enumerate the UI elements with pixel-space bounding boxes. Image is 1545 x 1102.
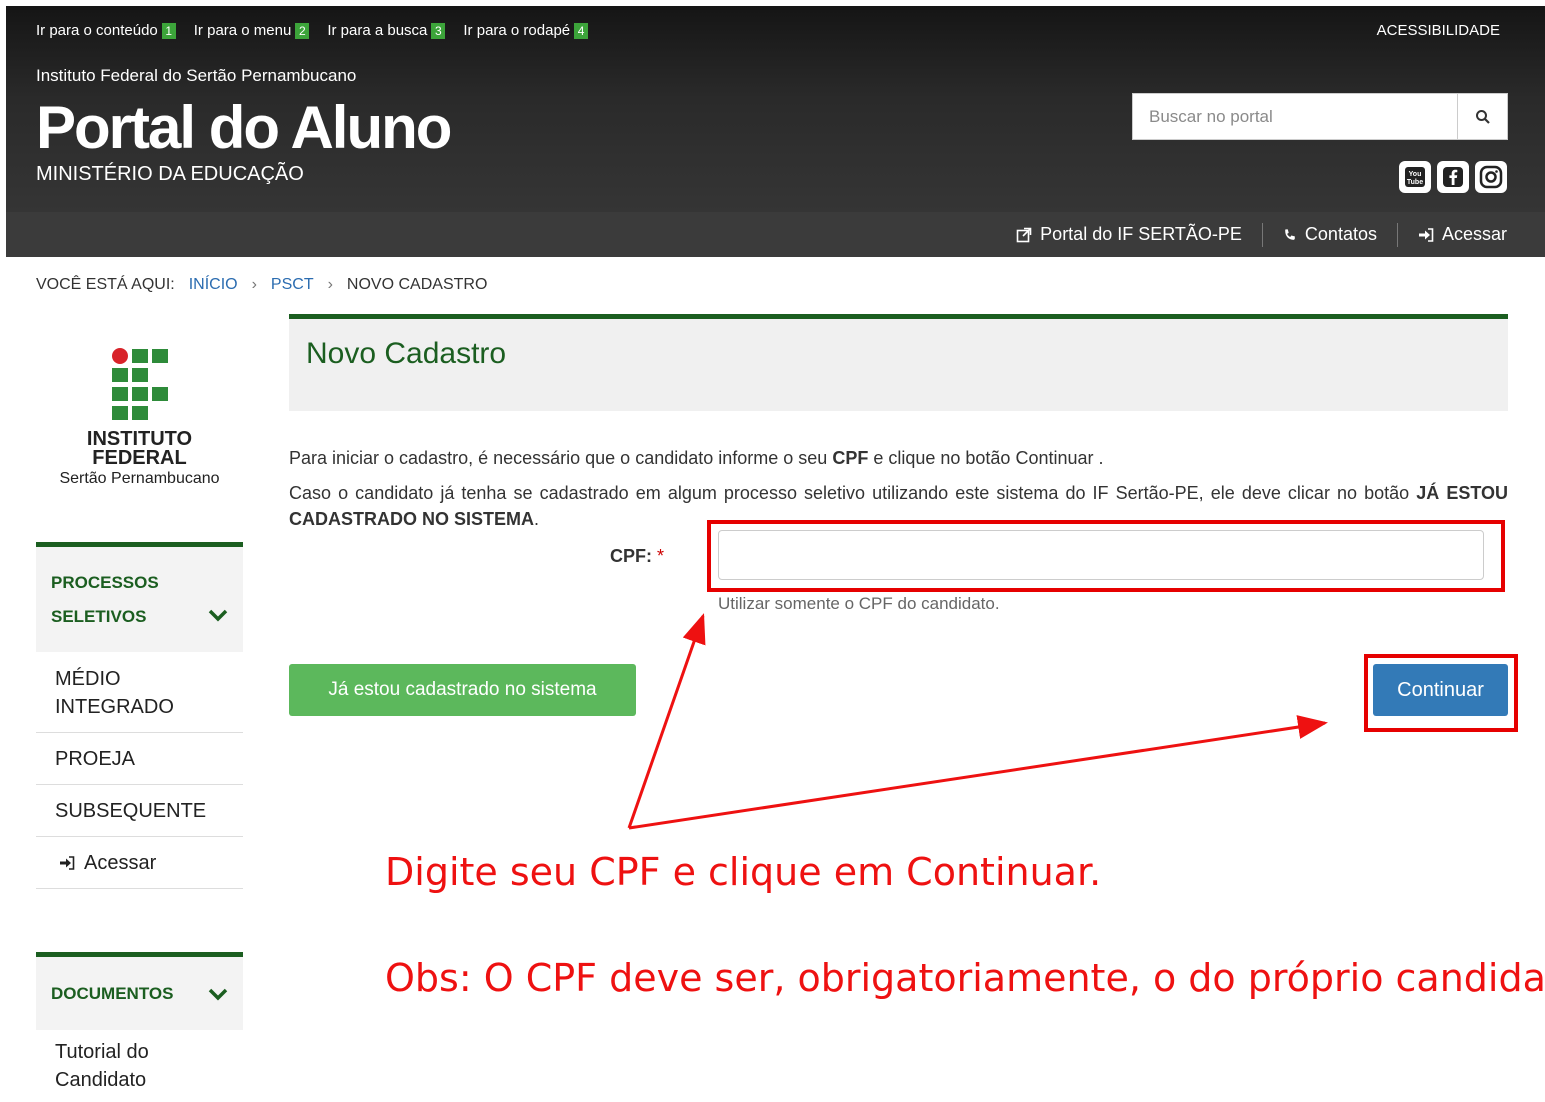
logo-subtitle: Sertão Pernambucano (59, 470, 220, 487)
search-box (1132, 93, 1508, 140)
breadcrumb-separator: › (327, 276, 333, 293)
nav-login-link[interactable]: Acessar (1396, 222, 1507, 247)
chevron-down-icon (208, 988, 228, 1000)
sidebar-item-tutorial[interactable]: Tutorial do Candidato (36, 1030, 243, 1102)
cpf-label: CPF: * (610, 546, 665, 566)
breadcrumb-current: NOVO CADASTRO (346, 276, 488, 293)
sign-in-icon (60, 855, 75, 870)
nav-contacts-label: Contatos (1304, 224, 1377, 244)
cpf-help-text: Utilizar somente o CPF do candidato. (718, 594, 1000, 613)
logo-name: INSTITUTO FEDERAL (86, 428, 193, 469)
sidebar-section-documentos[interactable]: DOCUMENTOS (36, 952, 243, 1030)
search-icon (1475, 109, 1490, 124)
annotation-note: Obs: O CPF deve ser, obrigatoriamente, o… (385, 956, 1545, 1000)
annotation-instruction: Digite seu CPF e clique em Continuar. (385, 850, 1102, 894)
nav-portal-link[interactable]: Portal do IF SERTÃO-PE (996, 223, 1262, 247)
institute-logo[interactable]: INSTITUTO FEDERAL Sertão Pernambucano (36, 348, 243, 498)
search-button[interactable] (1457, 93, 1508, 140)
breadcrumb: VOCÊ ESTÁ AQUI: INÍCIO › PSCT › NOVO CAD… (36, 276, 487, 294)
skip-links: Ir para o conteúdo 1 Ir para o menu 2 Ir p… (36, 22, 589, 39)
nav-login-label: Acessar (1441, 224, 1507, 244)
social-links: You Tube (1399, 161, 1507, 193)
svg-text:Tube: Tube (1407, 179, 1423, 186)
skip-to-search-link[interactable]: Ir para a busca 3 (327, 22, 446, 39)
sidebar-item-acessar[interactable]: Acessar (36, 837, 243, 889)
skip-to-menu-link[interactable]: Ir para o menu 2 (194, 22, 310, 39)
sidebar-section-processos[interactable]: PROCESSOS SELETIVOS (36, 542, 243, 652)
instagram-icon[interactable] (1475, 161, 1507, 193)
top-nav: Portal do IF SERTÃO-PE Contatos Acessar (6, 212, 1545, 257)
arrow-to-continue (628, 715, 1328, 830)
sidebar-item-subsequente[interactable]: SUBSEQUENTE (36, 785, 243, 837)
site-header: Ir para o conteúdo 1 Ir para o menu 2 Ir p… (6, 6, 1545, 212)
page: Ir para o conteúdo 1 Ir para o menu 2 Ir p… (0, 0, 1545, 1102)
continue-highlight-box (1364, 654, 1518, 732)
breadcrumb-prefix: VOCÊ ESTÁ AQUI: (36, 276, 175, 293)
accessibility-link[interactable]: ACESSIBILIDADE (1377, 22, 1500, 39)
youtube-icon[interactable]: You Tube (1399, 161, 1431, 193)
external-link-icon (1016, 227, 1032, 242)
sidebar-section-label: PROCESSOS (51, 572, 159, 592)
facebook-icon[interactable] (1437, 161, 1469, 193)
cpf-highlight-box (707, 520, 1505, 592)
ministry-label: MINISTÉRIO DA EDUCAÇÃO (36, 163, 304, 185)
sidebar-item-medio-integrado[interactable]: MÉDIO INTEGRADO (36, 653, 243, 733)
skip-to-content-link[interactable]: Ir para o conteúdo 1 (36, 22, 176, 39)
svg-text:You: You (1409, 171, 1422, 178)
arrow-to-cpf (627, 613, 706, 829)
instructions-paragraph: Para iniciar o cadastro, é necessário qu… (289, 448, 1104, 468)
portal-title[interactable]: Portal do Aluno (36, 90, 452, 166)
sign-in-icon (1418, 227, 1434, 242)
org-name: Instituto Federal do Sertão Pernambucano (36, 66, 357, 85)
sidebar-section-label: SELETIVOS (51, 606, 147, 626)
already-registered-button[interactable]: Já estou cadastrado no sistema (289, 664, 636, 716)
page-title-box: Novo Cadastro (289, 314, 1508, 411)
nav-portal-label: Portal do IF SERTÃO-PE (1040, 224, 1242, 244)
search-input[interactable] (1132, 93, 1457, 140)
skip-to-footer-link[interactable]: Ir para o rodapé 4 (463, 22, 589, 39)
breadcrumb-psct[interactable]: PSCT (271, 276, 314, 294)
sidebar-section-label: DOCUMENTOS (51, 983, 174, 1003)
breadcrumb-separator: › (251, 276, 257, 293)
logo-mark (111, 348, 168, 422)
required-marker: * (657, 546, 665, 566)
page-title: Novo Cadastro (306, 337, 507, 370)
breadcrumb-home[interactable]: INÍCIO (189, 276, 238, 294)
chevron-down-icon (208, 609, 228, 621)
nav-contacts-link[interactable]: Contatos (1261, 222, 1397, 247)
sidebar-item-proeja[interactable]: PROEJA (36, 733, 243, 785)
phone-icon (1285, 228, 1295, 240)
